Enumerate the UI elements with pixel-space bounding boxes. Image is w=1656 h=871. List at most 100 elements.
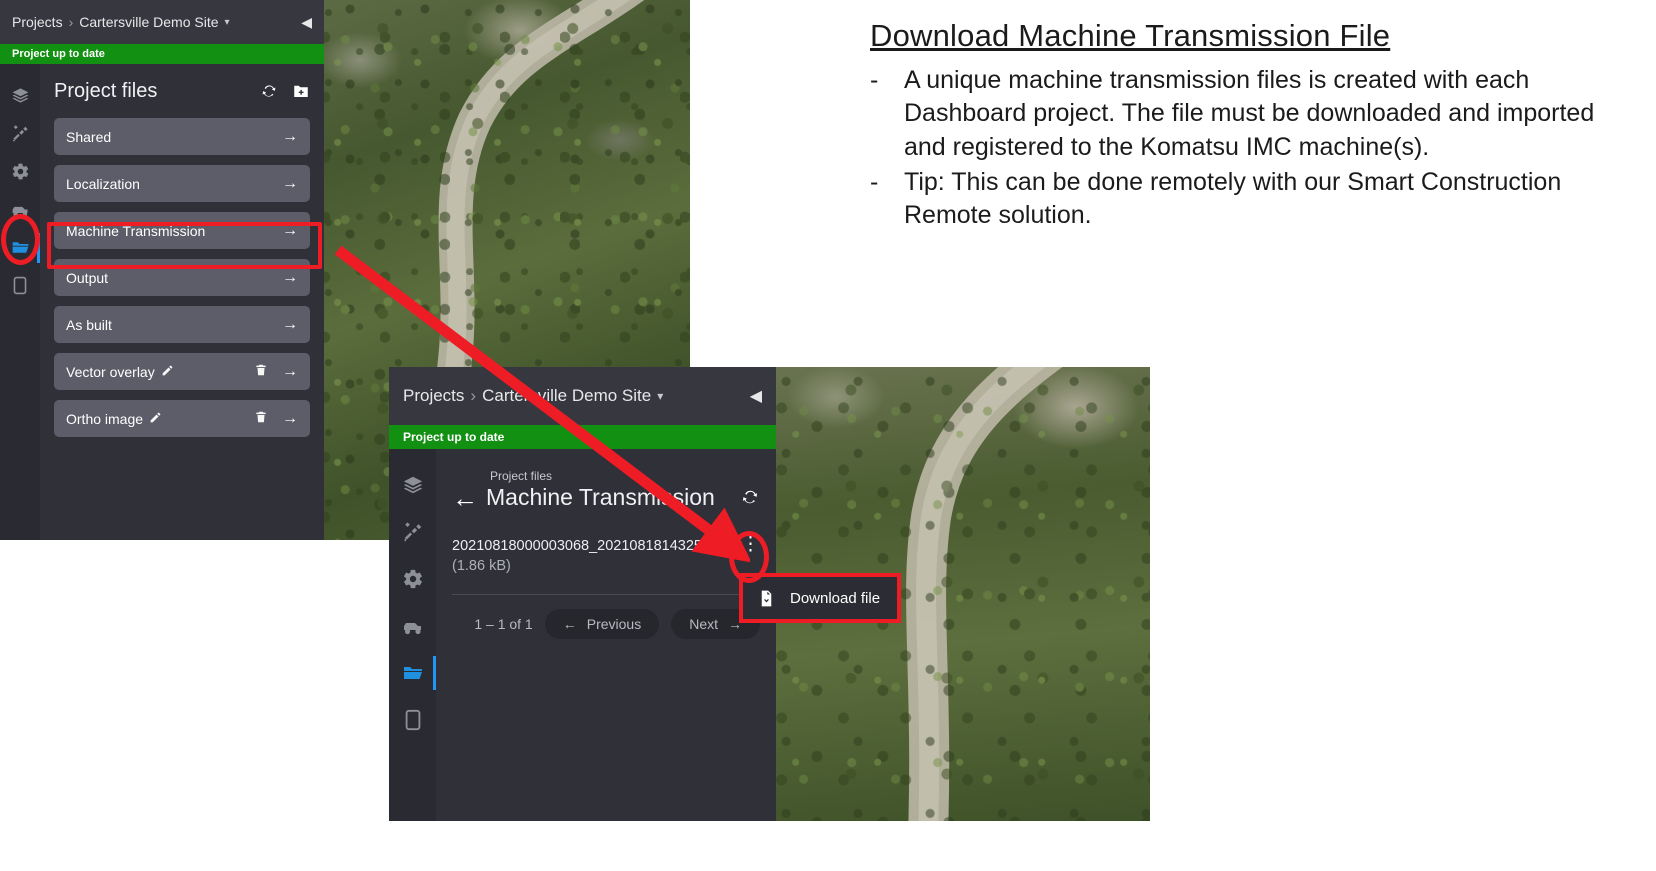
- refresh-icon[interactable]: [260, 82, 278, 100]
- layers-icon: [403, 476, 422, 493]
- page-title: Project files: [54, 79, 158, 102]
- dashboard-window-1: Projects › Cartersville Demo Site ▾ ◀ Pr…: [0, 0, 324, 540]
- sidebar-item-files[interactable]: [389, 649, 436, 696]
- project-file-row[interactable]: Vector overlay →: [54, 353, 310, 390]
- previous-arrow-icon: ←: [562, 616, 577, 632]
- breadcrumb-2[interactable]: Projects › Cartersville Demo Site ▾: [403, 386, 663, 406]
- breadcrumb-root[interactable]: Projects: [403, 386, 464, 406]
- sidebar-item-machines[interactable]: [389, 602, 436, 649]
- collapse-panel-icon[interactable]: ◀: [750, 386, 762, 406]
- sidebar-item-layers[interactable]: [0, 76, 40, 114]
- chevron-down-icon[interactable]: ▾: [225, 17, 230, 28]
- project-file-row[interactable]: Localization →: [54, 165, 310, 202]
- breadcrumb-project[interactable]: Cartersville Demo Site: [482, 386, 651, 406]
- mobile-device-icon: [13, 276, 27, 294]
- measure-tools-icon: [403, 521, 421, 542]
- breadcrumb-separator: ›: [470, 386, 477, 405]
- download-file-label[interactable]: Download file: [790, 590, 880, 607]
- open-folder-arrow-icon[interactable]: →: [282, 316, 298, 334]
- sidebar-item-measure[interactable]: [389, 508, 436, 555]
- notes-bullet: -A unique machine transmission files is …: [870, 64, 1630, 164]
- folder-icon: [403, 666, 422, 679]
- breadcrumb-separator: ›: [68, 14, 74, 30]
- icon-rail-2: [389, 449, 436, 821]
- breadcrumb-root[interactable]: Projects: [12, 14, 63, 30]
- pagination: 1 – 1 of 1 ← Previous Next →: [452, 609, 760, 639]
- highlight-folder-rail-icon: [1, 214, 40, 265]
- divider: [452, 594, 760, 595]
- machine-transmission-panel: ← Project files Machine Transmission 202…: [436, 449, 776, 821]
- status-text: Project up to date: [403, 430, 505, 444]
- gear-icon: [403, 569, 422, 588]
- breadcrumb-1[interactable]: Projects › Cartersville Demo Site ▾: [12, 14, 230, 30]
- project-files-panel-1: Project files Shared → Localization → Machin…: [40, 64, 324, 540]
- open-folder-arrow-icon[interactable]: →: [282, 410, 298, 428]
- highlight-machine-transmission: [47, 222, 322, 269]
- layers-icon: [12, 87, 28, 103]
- measure-tools-icon: [12, 124, 28, 142]
- back-arrow-icon[interactable]: ←: [452, 485, 478, 511]
- download-file-icon: [761, 590, 772, 606]
- chevron-down-icon[interactable]: ▾: [657, 389, 663, 403]
- file-name: 20210818000003068_20210818143251.sl3: [452, 538, 733, 554]
- pagination-range: 1 – 1 of 1: [474, 616, 533, 632]
- open-folder-arrow-icon[interactable]: →: [282, 363, 298, 381]
- notes-title: Download Machine Transmission File: [870, 18, 1391, 53]
- project-status-bar-1: Project up to date: [0, 44, 324, 64]
- project-file-row-label: Shared: [66, 128, 112, 145]
- open-folder-arrow-icon[interactable]: →: [282, 269, 298, 287]
- add-folder-icon[interactable]: [292, 82, 310, 100]
- open-folder-arrow-icon[interactable]: →: [282, 175, 298, 193]
- delete-trash-icon[interactable]: [254, 410, 268, 427]
- project-file-row[interactable]: Ortho image →: [54, 400, 310, 437]
- file-list-item[interactable]: 20210818000003068_20210818143251.sl3 (1.…: [452, 535, 760, 574]
- dashboard-window-2: Projects › Cartersville Demo Site ▾ ◀ Pr…: [389, 367, 776, 821]
- gear-icon: [12, 163, 28, 179]
- project-file-row-label: Output: [66, 269, 109, 286]
- project-file-row-label: Vector overlay: [66, 363, 155, 380]
- previous-label: Previous: [586, 616, 642, 632]
- status-text: Project up to date: [12, 48, 105, 60]
- notes-bullet-text: Tip: This can be done remotely with our …: [904, 167, 1562, 229]
- notes-block: Download Machine Transmission File -A un…: [870, 18, 1630, 234]
- breadcrumb-eyebrow: Project files: [490, 469, 553, 483]
- notes-bullet: - Tip: This can be done remotely with our…: [870, 166, 1630, 233]
- project-status-bar-2: Project up to date: [389, 425, 776, 449]
- file-size: (1.86 kB): [452, 558, 511, 574]
- panel-body-1: Project files Shared → Localization → Machin…: [0, 64, 324, 540]
- file-context-menu: Download file: [739, 573, 901, 623]
- breadcrumb-project[interactable]: Cartersville Demo Site: [79, 14, 218, 30]
- project-file-row[interactable]: As built →: [54, 306, 310, 343]
- topbar-1: Projects › Cartersville Demo Site ▾ ◀: [0, 0, 324, 44]
- refresh-icon[interactable]: [740, 487, 760, 507]
- page-title: Machine Transmission: [486, 484, 715, 510]
- previous-page-button[interactable]: ← Previous: [544, 609, 660, 639]
- slide-root: Projects › Cartersville Demo Site ▾ ◀ Pr…: [0, 0, 1656, 871]
- machine-icon: [403, 622, 421, 634]
- edit-pencil-icon[interactable]: [149, 411, 162, 427]
- icon-rail-1: [0, 64, 40, 540]
- delete-trash-icon[interactable]: [254, 363, 268, 380]
- notes-bullet-dash: -: [870, 167, 879, 196]
- panel-body-2: ← Project files Machine Transmission 202…: [389, 449, 776, 821]
- sidebar-item-settings[interactable]: [0, 152, 40, 190]
- edit-pencil-icon[interactable]: [161, 364, 174, 380]
- project-file-row[interactable]: Shared →: [54, 118, 310, 155]
- notes-bullet-text: A unique machine transmission files is c…: [904, 66, 1595, 161]
- open-folder-arrow-icon[interactable]: →: [282, 128, 298, 146]
- sidebar-item-settings[interactable]: [389, 555, 436, 602]
- sidebar-item-layers[interactable]: [389, 461, 436, 508]
- collapse-panel-icon[interactable]: ◀: [301, 14, 312, 31]
- highlight-kebab-menu: [729, 531, 769, 583]
- notes-list: -A unique machine transmission files is …: [870, 64, 1630, 232]
- project-file-row-label: Ortho image: [66, 410, 144, 427]
- sidebar-item-measure[interactable]: [0, 114, 40, 152]
- project-file-row-label: As built: [66, 316, 112, 333]
- next-label: Next: [689, 616, 718, 632]
- project-file-row-label: Localization: [66, 175, 140, 192]
- sidebar-item-mobile[interactable]: [0, 266, 40, 304]
- mobile-device-icon: [405, 709, 420, 730]
- notes-bullet-dash: -: [870, 66, 879, 94]
- project-files-list-1: Shared → Localization → Machine Transmission…: [54, 118, 310, 437]
- sidebar-item-mobile[interactable]: [389, 696, 436, 743]
